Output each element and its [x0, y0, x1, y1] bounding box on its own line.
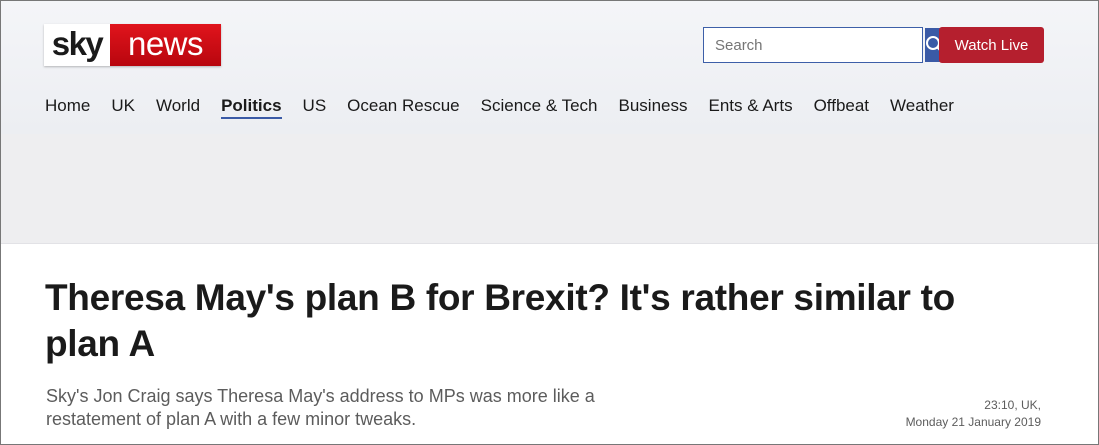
standfirst-line-1: Sky's Jon Craig says Theresa May's addre…: [46, 386, 595, 406]
standfirst-line-2: restatement of plan A with a few minor t…: [46, 409, 417, 429]
article-standfirst: Sky's Jon Craig says Theresa May's addre…: [46, 385, 626, 431]
nav-item-politics[interactable]: Politics: [221, 95, 282, 119]
timestamp-date: Monday 21 January 2019: [905, 415, 1041, 429]
headline-line-2: plan A: [45, 323, 155, 364]
watch-live-button[interactable]: Watch Live: [939, 27, 1044, 63]
search-box: [703, 27, 945, 63]
nav-item-us[interactable]: US: [303, 95, 327, 119]
nav-item-science-tech[interactable]: Science & Tech: [481, 95, 598, 119]
logo-news-text: news: [110, 24, 221, 66]
nav-item-offbeat[interactable]: Offbeat: [814, 95, 869, 119]
headline-line-1: Theresa May's plan B for Brexit? It's ra…: [45, 277, 955, 318]
site-header: sky news Watch Live Home UK World Politi…: [1, 1, 1098, 134]
nav-item-uk[interactable]: UK: [111, 95, 135, 119]
article-timestamp: 23:10, UK, Monday 21 January 2019: [906, 397, 1041, 431]
nav-item-business[interactable]: Business: [619, 95, 688, 119]
nav-item-world[interactable]: World: [156, 95, 200, 119]
nav-item-ents-arts[interactable]: Ents & Arts: [708, 95, 792, 119]
article-headline: Theresa May's plan B for Brexit? It's ra…: [45, 275, 1025, 367]
advert-placeholder: [1, 134, 1098, 244]
search-input[interactable]: [704, 28, 925, 62]
main-nav: Home UK World Politics US Ocean Rescue S…: [45, 95, 975, 119]
nav-item-weather[interactable]: Weather: [890, 95, 954, 119]
nav-item-home[interactable]: Home: [45, 95, 90, 119]
timestamp-time: 23:10, UK,: [984, 398, 1041, 412]
logo-sky-text: sky: [44, 24, 110, 66]
sky-news-logo[interactable]: sky news: [44, 24, 221, 66]
nav-item-ocean-rescue[interactable]: Ocean Rescue: [347, 95, 459, 119]
